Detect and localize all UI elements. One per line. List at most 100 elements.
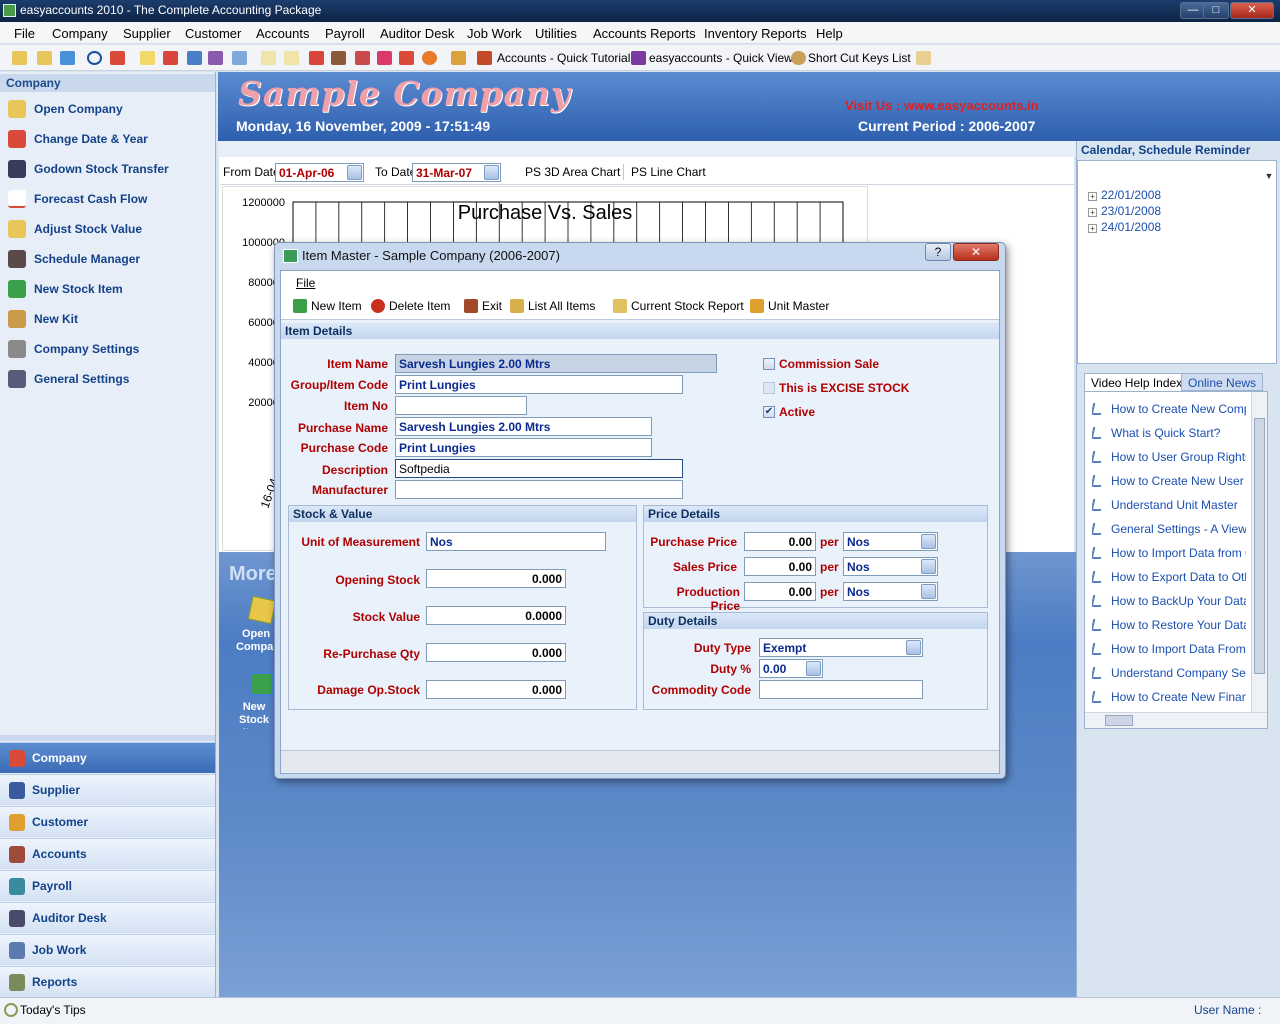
description-field[interactable]: Softpedia (395, 459, 683, 478)
close-button[interactable]: ✕ (1230, 2, 1274, 19)
tree-date[interactable]: +23/01/2008 (1088, 204, 1161, 218)
help-item[interactable]: What is Quick Start? (1092, 426, 1246, 440)
help-item[interactable]: General Settings - A View (1092, 522, 1246, 536)
menu-accounts-reports[interactable]: Accounts Reports (593, 26, 696, 41)
chart-line-icon[interactable] (399, 51, 414, 65)
chevron-down-icon[interactable] (806, 661, 821, 676)
todays-tips[interactable]: Today's Tips (20, 1003, 86, 1017)
help-item[interactable]: How to Create New Financial Year (1092, 690, 1246, 704)
website-link[interactable]: Visit Us : www.easyaccounts.in (845, 98, 1039, 113)
tab-online-news[interactable]: Online News (1181, 373, 1264, 391)
tree-date[interactable]: +24/01/2008 (1088, 220, 1161, 234)
truck-icon[interactable] (187, 51, 202, 65)
help-item[interactable]: Understand Unit Master (1092, 498, 1246, 512)
sidebar-item-company-settings[interactable]: Company Settings (8, 338, 208, 362)
exit-button[interactable]: Exit (464, 299, 502, 313)
duty-pct-select[interactable]: 0.00 (759, 659, 823, 678)
scroll-thumb[interactable] (1254, 418, 1265, 674)
chevron-down-icon[interactable] (484, 165, 499, 180)
open-company-shortcut-label[interactable]: Open Company (236, 628, 276, 656)
new-stock-shortcut-label[interactable]: New Stock Item (232, 701, 276, 729)
sidebar-item-change-date[interactable]: Change Date & Year (8, 128, 208, 152)
cart-icon[interactable] (163, 51, 178, 65)
sidebar-item-new-stock[interactable]: New Stock Item (8, 278, 208, 302)
tree-date[interactable]: +22/01/2008 (1088, 188, 1161, 202)
line-chart-button[interactable]: PS Line Chart (631, 165, 706, 179)
purchase-code-field[interactable]: Print Lungies (395, 438, 652, 457)
menu-customer[interactable]: Customer (185, 26, 241, 41)
chevron-down-icon[interactable] (906, 640, 921, 655)
item-no-field[interactable] (395, 396, 527, 415)
manufacturer-field[interactable] (395, 480, 683, 499)
accounts-quick-tutorial-button[interactable]: Accounts - Quick Tutorial (497, 51, 630, 65)
document-icon[interactable] (261, 51, 276, 65)
production-price-field[interactable]: 0.00 (744, 582, 816, 601)
nav-customer[interactable]: Customer (0, 806, 215, 837)
purchase-name-field[interactable]: Sarvesh Lungies 2.00 Mtrs (395, 417, 652, 436)
help-item[interactable]: How to Export Data to Other (1092, 570, 1246, 584)
excise-stock-checkbox[interactable] (763, 382, 775, 394)
maximize-button[interactable]: □ (1203, 2, 1229, 19)
nav-accounts[interactable]: Accounts (0, 838, 215, 869)
nav-auditor-desk[interactable]: Auditor Desk (0, 902, 215, 933)
splitter[interactable] (0, 735, 215, 741)
cart-2-icon[interactable] (309, 51, 324, 65)
dialog-close-button[interactable]: ✕ (953, 243, 999, 261)
sidebar-item-godown-transfer[interactable]: Godown Stock Transfer (8, 158, 208, 182)
tab-video-help[interactable]: Video Help Index (1084, 373, 1190, 391)
delete-item-button[interactable]: Delete Item (371, 299, 450, 313)
open-icon[interactable] (37, 51, 52, 65)
menu-company[interactable]: Company (52, 26, 108, 41)
commission-sale-checkbox[interactable] (763, 358, 775, 370)
quick-view-button[interactable]: easyaccounts - Quick View (649, 51, 793, 65)
sidebar-item-open-company[interactable]: Open Company (8, 98, 208, 122)
menu-inventory-reports[interactable]: Inventory Reports (704, 26, 807, 41)
help-item[interactable]: How to Create New Company (1092, 402, 1246, 416)
unit-master-button[interactable]: Unit Master (750, 299, 829, 313)
report-icon[interactable] (208, 51, 223, 65)
vertical-scrollbar[interactable] (1251, 392, 1267, 712)
sidebar-item-adjust-stock[interactable]: Adjust Stock Value (8, 218, 208, 242)
menu-supplier[interactable]: Supplier (123, 26, 171, 41)
tutorial-icon[interactable] (451, 51, 466, 65)
nav-reports[interactable]: Reports (0, 966, 215, 997)
nav-job-work[interactable]: Job Work (0, 934, 215, 965)
note-icon[interactable] (140, 51, 155, 65)
group-code-field[interactable]: Print Lungies (395, 375, 683, 394)
uom-field[interactable]: Nos (426, 532, 606, 551)
duty-type-select[interactable]: Exempt (759, 638, 923, 657)
sales-price-field[interactable]: 0.00 (744, 557, 816, 576)
sidebar-item-new-kit[interactable]: New Kit (8, 308, 208, 332)
menu-file[interactable]: File (14, 26, 35, 41)
menu-auditor-desk[interactable]: Auditor Desk (380, 26, 454, 41)
help-item[interactable]: How to BackUp Your Data Safely (1092, 594, 1246, 608)
from-date-field[interactable]: 01-Apr-06 (275, 163, 364, 182)
current-stock-report-button[interactable]: Current Stock Report (613, 299, 744, 313)
tag-icon[interactable] (377, 51, 392, 65)
item-name-field[interactable]: Sarvesh Lungies 2.00 Mtrs (395, 354, 717, 373)
chevron-down-icon[interactable] (921, 584, 936, 599)
purchase-price-field[interactable]: 0.00 (744, 532, 816, 551)
sidebar-item-schedule-manager[interactable]: Schedule Manager (8, 248, 208, 272)
help-item[interactable]: How to Restore Your Data? (1092, 618, 1246, 632)
clock-icon[interactable] (87, 51, 102, 65)
menu-utilities[interactable]: Utilities (535, 26, 577, 41)
mail-icon[interactable] (916, 51, 931, 65)
sales-unit-select[interactable]: Nos (843, 557, 938, 576)
commodity-code-field[interactable] (759, 680, 923, 699)
opening-stock-field[interactable]: 0.000 (426, 569, 566, 588)
group-icon[interactable] (60, 51, 75, 65)
production-unit-select[interactable]: Nos (843, 582, 938, 601)
list-all-items-button[interactable]: List All Items (510, 299, 595, 313)
dialog-help-button[interactable]: ? (925, 243, 951, 261)
chevron-down-icon[interactable] (347, 165, 362, 180)
nav-payroll[interactable]: Payroll (0, 870, 215, 901)
repurchase-qty-field[interactable]: 0.000 (426, 643, 566, 662)
chevron-down-icon[interactable] (921, 559, 936, 574)
nav-supplier[interactable]: Supplier (0, 774, 215, 805)
box-icon[interactable] (331, 51, 346, 65)
stock-value-field[interactable]: 0.0000 (426, 606, 566, 625)
expand-icon[interactable]: + (1088, 192, 1097, 201)
menu-accounts[interactable]: Accounts (256, 26, 309, 41)
open-company-shortcut-icon[interactable] (247, 595, 277, 625)
